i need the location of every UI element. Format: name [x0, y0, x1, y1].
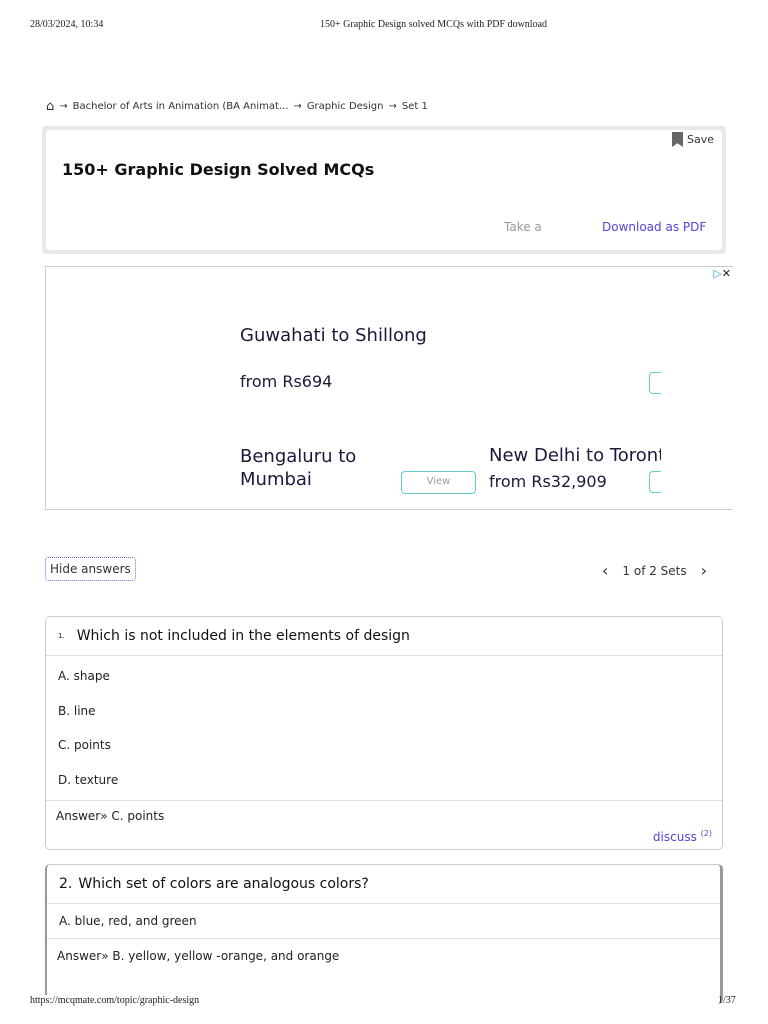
- chevron-right-icon[interactable]: ›: [701, 561, 707, 580]
- view-button[interactable]: View: [401, 471, 476, 494]
- discuss-label: discuss: [652, 830, 697, 844]
- option[interactable]: A. blue, red, and green: [47, 904, 720, 939]
- save-label: Save: [686, 133, 714, 146]
- page-title: 150+ Graphic Design Solved MCQs: [62, 160, 375, 179]
- print-page: 1/37: [718, 995, 736, 1006]
- ad-price: from Rs32,909: [489, 472, 607, 491]
- answer: Answer» B. yellow, yellow -orange, and o…: [57, 949, 340, 963]
- ad-title[interactable]: Bengaluru to Mumbai: [240, 445, 390, 491]
- breadcrumb-item[interactable]: Graphic Design: [307, 101, 384, 112]
- ad-title[interactable]: Guwahati to Shillong: [240, 325, 427, 346]
- breadcrumb: ⌂ → Bachelor of Arts in Animation (BA Ani…: [46, 99, 428, 114]
- take-test-button[interactable]: Take a: [504, 220, 542, 234]
- set-pagination: ‹ 1 of 2 Sets ›: [602, 561, 707, 580]
- question-number: 2.: [59, 876, 73, 892]
- question-card: 1. Which is not included in the elements …: [45, 616, 723, 850]
- question-text: Which is not included in the elements of…: [76, 628, 410, 644]
- advertisement: ▷✕ Guwahati to Shillong from Rs694 Benga…: [45, 266, 733, 510]
- save-button[interactable]: Save: [671, 132, 714, 147]
- download-pdf-link[interactable]: Download as PDF: [602, 220, 706, 234]
- header-card: 150+ Graphic Design Solved MCQs Save Tak…: [42, 126, 726, 254]
- ad-title[interactable]: New Delhi to Toront c: [489, 445, 661, 466]
- question-card: 2. Which set of colors are analogous colo…: [45, 864, 723, 1004]
- print-datetime: 28/03/2024, 10:34: [30, 19, 104, 30]
- chevron-left-icon[interactable]: ‹: [602, 561, 608, 580]
- question-number: 1.: [58, 632, 65, 640]
- breadcrumb-item: Set 1: [401, 101, 428, 112]
- ad-button-partial[interactable]: [649, 471, 661, 493]
- discuss-link[interactable]: discuss (2): [653, 829, 712, 844]
- option[interactable]: B. line: [46, 694, 722, 729]
- print-url: https://mcqmate.com/topic/graphic-design: [30, 995, 200, 1006]
- answer: Answer» C. points: [56, 809, 165, 823]
- print-title: 150+ Graphic Design solved MCQs with PDF…: [320, 19, 548, 30]
- ad-button-partial[interactable]: [649, 372, 661, 394]
- bookmark-icon: [671, 132, 683, 147]
- option[interactable]: C. points: [46, 728, 722, 763]
- breadcrumb-item[interactable]: Bachelor of Arts in Animation (BA Animat…: [73, 101, 289, 112]
- hide-answers-button[interactable]: Hide answers: [45, 557, 136, 581]
- discuss-count: (2): [700, 829, 712, 838]
- home-icon[interactable]: ⌂: [46, 99, 54, 114]
- question-text: Which set of colors are analogous colors…: [78, 876, 369, 892]
- ad-price: from Rs694: [240, 372, 333, 391]
- set-indicator: 1 of 2 Sets: [622, 563, 687, 578]
- adchoices-icon[interactable]: ▷✕: [713, 267, 731, 280]
- option[interactable]: A. shape: [46, 659, 722, 694]
- option[interactable]: D. texture: [46, 763, 722, 798]
